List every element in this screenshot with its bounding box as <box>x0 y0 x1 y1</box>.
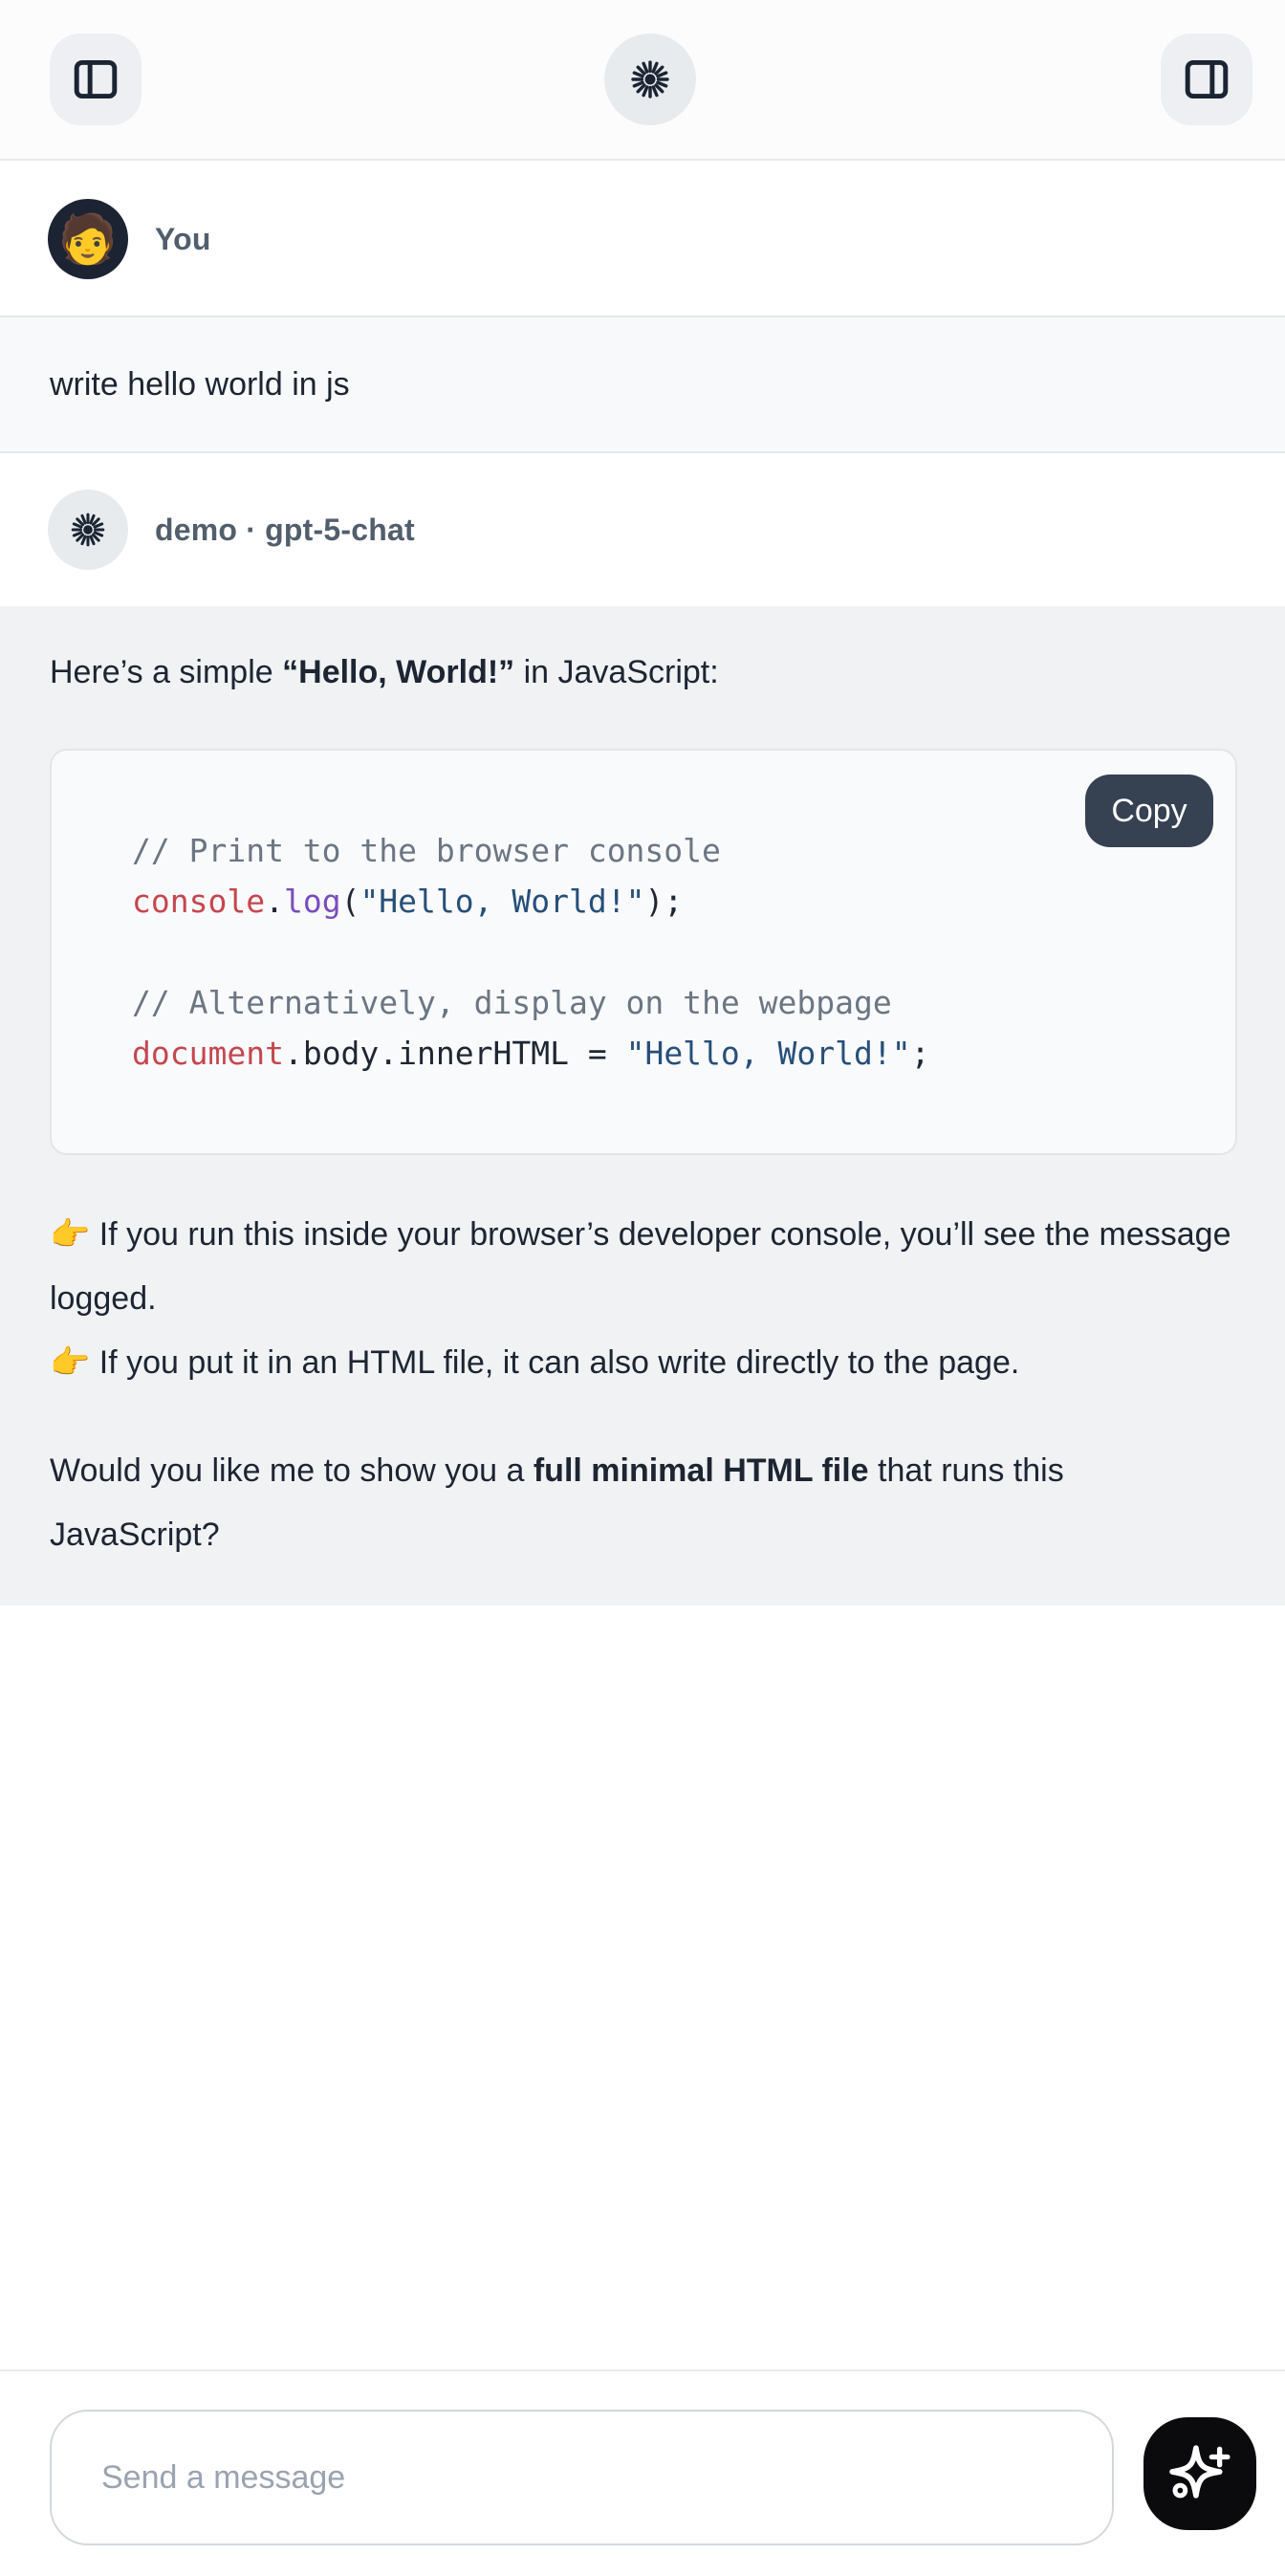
code-block: Copy // Print to the browser consolecons… <box>50 749 1237 1155</box>
spark-icon <box>626 55 674 103</box>
user-avatar: 🧑 <box>48 199 128 279</box>
user-message-text: write hello world in js <box>50 366 350 403</box>
sparkle-plus-icon <box>1168 2441 1231 2507</box>
app-root: { "header": { "icons": { "left": "panel-… <box>0 0 1285 2576</box>
toggle-left-sidebar-button[interactable] <box>50 33 142 125</box>
panel-left-icon <box>70 54 121 105</box>
panel-right-icon <box>1181 54 1232 105</box>
assistant-tips-paragraph: 👉 If you run this inside your browser’s … <box>50 1203 1237 1395</box>
assistant-turn-header: demo · gpt-5-chat <box>0 453 1285 606</box>
user-message: write hello world in js <box>0 316 1285 453</box>
model-button[interactable] <box>604 33 696 125</box>
send-button[interactable] <box>1143 2417 1256 2530</box>
code-content: // Print to the browser consoleconsole.l… <box>132 825 1197 1079</box>
assistant-avatar <box>48 490 128 570</box>
chat-scroll-area[interactable]: 🧑 You write hello world in js <box>0 163 1285 2369</box>
top-bar <box>0 0 1285 161</box>
assistant-question-paragraph: Would you like me to show you a full min… <box>50 1439 1237 1567</box>
copy-code-button[interactable]: Copy <box>1085 775 1213 847</box>
assistant-name-label: demo · gpt-5-chat <box>155 513 415 548</box>
user-name-label: You <box>155 222 211 257</box>
user-turn-header: 🧑 You <box>0 163 1285 316</box>
composer-bar <box>0 2369 1285 2576</box>
person-emoji: 🧑 <box>58 215 118 263</box>
assistant-message: Here’s a simple “Hello, World!” in JavaS… <box>0 606 1285 1605</box>
spark-icon <box>67 509 109 551</box>
assistant-intro-paragraph: Here’s a simple “Hello, World!” in JavaS… <box>50 641 1237 705</box>
message-input[interactable] <box>50 2410 1114 2545</box>
toggle-right-sidebar-button[interactable] <box>1161 33 1252 125</box>
